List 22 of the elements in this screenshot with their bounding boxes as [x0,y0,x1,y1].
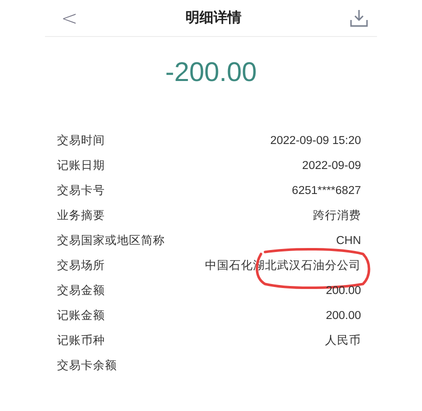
field-label: 交易时间 [57,133,105,148]
field-label: 交易卡余额 [57,358,117,373]
field-value: 2022-09-09 [302,160,361,172]
field-value: 2022-09-09 15:20 [270,134,361,146]
download-icon[interactable] [348,8,369,28]
field-label: 记账日期 [57,158,105,173]
field-label: 记账币种 [57,333,105,348]
page-title: 明细详情 [185,9,242,27]
field-value: 200.00 [326,284,361,296]
field-label: 交易国家或地区简称 [57,233,165,248]
field-label: 记账金额 [57,308,105,323]
field-value: 200.00 [326,310,361,322]
field-label: 交易卡号 [57,183,105,198]
amount: -200.00 [164,57,258,88]
field-value: 跨行消费 [313,208,361,223]
field-label: 交易金额 [57,283,105,298]
field-label: 业务摘要 [57,208,105,223]
field-value: 6251****6827 [292,184,361,196]
back-button[interactable]: < [61,6,78,30]
field-label: 交易场所 [57,258,105,273]
field-value: 人民币 [325,333,361,348]
field-value: CHN [336,234,361,246]
